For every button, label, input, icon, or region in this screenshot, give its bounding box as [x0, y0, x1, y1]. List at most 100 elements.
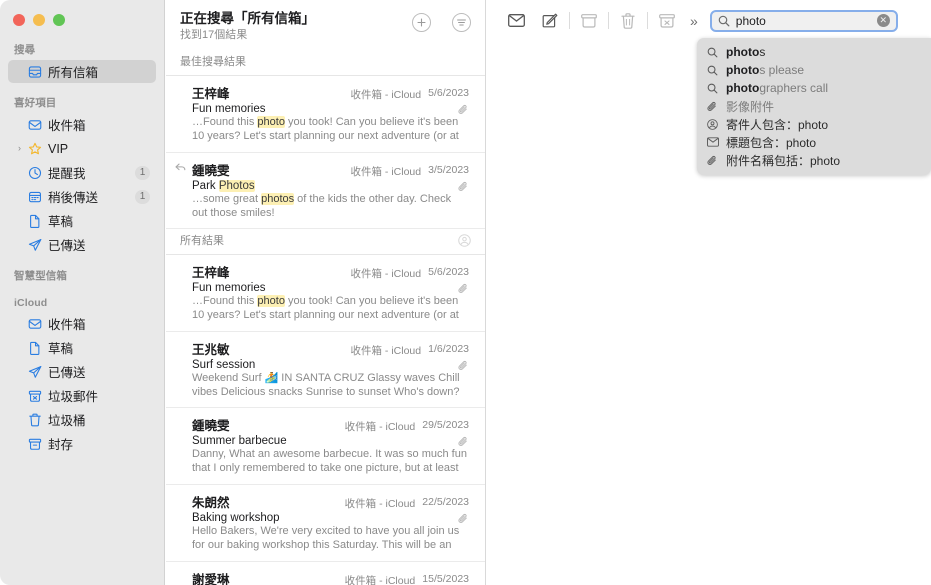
archive-button[interactable]	[572, 8, 606, 34]
suggestion-rest: 影像附件	[726, 99, 775, 114]
clear-icon[interactable]: ✕	[876, 14, 890, 27]
sidebar-item-inbox[interactable]: ›收件箱	[8, 113, 156, 136]
suggestion-item[interactable]: photos	[697, 43, 931, 61]
message-row[interactable]: 王梓峰 收件箱 - iCloud 5/6/2023 Fun memories …Foun…	[166, 255, 485, 332]
message-sender: 謝愛琳	[192, 573, 230, 585]
suggestion-label: 附件名稱包括：photo	[726, 152, 840, 169]
sidebar-section-header: 智慧型信箱	[14, 270, 67, 282]
toolbar-divider	[647, 12, 648, 29]
sidebar-item-label: 垃圾桶	[48, 414, 86, 428]
message-sender: 朱朗然	[192, 496, 230, 510]
suggestion-item[interactable]: 標題包含：photo	[697, 133, 931, 151]
message-preview-highlight: photo	[257, 116, 285, 128]
message-row[interactable]: 朱朗然 收件箱 - iCloud 22/5/2023 Baking workshop H…	[166, 485, 485, 562]
message-mailbox: 收件箱 - iCloud	[350, 89, 422, 101]
message-meta: 收件箱 - iCloud 3/5/2023	[351, 164, 469, 179]
suggestion-rest: 寄件人包含：photo	[726, 117, 829, 132]
minimize-button[interactable]	[33, 14, 45, 26]
sidebar-item-all-mailboxes[interactable]: ›所有信箱	[8, 60, 156, 83]
inbox-icon	[25, 317, 45, 331]
message-date: 1/6/2023	[428, 343, 469, 355]
message-group-title: 最佳搜尋結果	[180, 56, 246, 68]
message-row[interactable]: 謝愛琳收件箱 - iCloud15/5/20235K trainingHey D…	[166, 562, 485, 585]
sidebar-item-clock[interactable]: ›提醒我1	[8, 161, 156, 184]
sidebar-item-inbox[interactable]: ›收件箱	[8, 312, 156, 335]
sidebar-item-document[interactable]: ›草稿	[8, 336, 156, 359]
message-mailbox: 收件箱 - iCloud	[350, 166, 422, 178]
message-sender: 鍾曉雯	[192, 419, 230, 433]
message-preview-highlight: photo	[257, 295, 285, 307]
sidebar-item-label: 已傳送	[48, 366, 86, 380]
suggestion-item[interactable]: 附件名稱包括：photo	[697, 151, 931, 169]
message-preview: …Found this photo you took! Can you beli…	[192, 295, 469, 323]
sidebar-item-label: 封存	[48, 438, 74, 452]
add-button[interactable]	[412, 13, 431, 32]
sidebar-item-star[interactable]: › VIP	[8, 137, 156, 160]
message-row[interactable]: 鍾曉雯 收件箱 - iCloud 3/5/2023 Park Photos …some …	[166, 153, 485, 229]
message-row[interactable]: 王梓峰 收件箱 - iCloud 5/6/2023 Fun memories …Foun…	[166, 76, 485, 153]
sidebar-item-archive[interactable]: ›封存	[8, 432, 156, 455]
suggestion-rest: 附件名稱包括：photo	[726, 153, 841, 168]
message-row[interactable]: 王兆敏 收件箱 - iCloud 1/6/2023 Surf session Weeke…	[166, 332, 485, 408]
message-date: 3/5/2023	[428, 164, 469, 176]
message-mailbox: 收件箱 - iCloud	[344, 575, 416, 585]
mark-unread-button[interactable]	[499, 8, 533, 34]
search-field[interactable]: photo ✕	[709, 9, 898, 32]
junk-button[interactable]	[650, 8, 684, 34]
message-preview: …some great photos of the kids the other…	[192, 193, 469, 220]
sidebar-item-calendar[interactable]: ›稍後傳送1	[8, 185, 156, 208]
sidebar-item-paper-plane[interactable]: ›已傳送	[8, 233, 156, 256]
message-subject: Baking workshop	[192, 512, 452, 524]
message-subject-highlight: Photos	[218, 180, 255, 192]
unread-badge: 1	[135, 165, 150, 180]
paperclip-icon	[458, 360, 469, 371]
close-button[interactable]	[13, 14, 25, 26]
sidebar-item-label: 所有信箱	[48, 66, 99, 80]
sidebar-item-junk[interactable]: ›垃圾郵件	[8, 384, 156, 407]
sidebar-item-paper-plane[interactable]: ›已傳送	[8, 360, 156, 383]
message-preview: …Found this photo you took! Can you beli…	[192, 116, 469, 144]
message-meta: 收件箱 - iCloud 15/5/2023	[345, 573, 469, 585]
suggestion-match: photo	[726, 81, 760, 95]
inbox-icon	[25, 118, 45, 132]
message-mailbox: 收件箱 - iCloud	[344, 421, 416, 433]
message-preview: Weekend Surf 🏄 IN SANTA CRUZ Glassy wave…	[192, 372, 469, 399]
message-row[interactable]: 鍾曉雯 收件箱 - iCloud 29/5/2023 Summer barbecue D…	[166, 408, 485, 485]
search-suggestions-dropdown[interactable]: photos photos please photographers call 影像附…	[697, 38, 931, 175]
suggestion-item[interactable]: photos please	[697, 61, 931, 79]
suggestion-match: photo	[726, 45, 760, 59]
sidebar-item-trash[interactable]: ›垃圾桶	[8, 408, 156, 431]
suggestion-rest: s please	[759, 63, 805, 77]
suggestion-label: 標題包含：photo	[726, 134, 816, 151]
message-preview-pre: Hello Bakers, We're very excited to have…	[192, 525, 460, 553]
message-subject-text: Fun memories	[192, 282, 266, 294]
delete-button[interactable]	[611, 8, 645, 34]
message-date: 22/5/2023	[422, 496, 469, 508]
message-list[interactable]: 正在搜尋「所有信箱」 找到17個結果 最佳搜尋結果 王梓峰 收件箱 - iCloud…	[166, 0, 486, 585]
mail-window: 搜尋›所有信箱喜好項目›收件箱›VIP›提醒我1›稍後傳送1›草稿›已傳送智慧型…	[0, 0, 931, 585]
message-subject-text: Baking workshop	[192, 512, 280, 524]
toolbar-overflow-button[interactable]: »	[684, 13, 704, 29]
document-icon	[25, 341, 45, 355]
search-icon	[718, 15, 730, 27]
chevron-right-icon[interactable]: ›	[14, 144, 25, 153]
sidebar-list: ›收件箱›VIP›提醒我1›稍後傳送1›草稿›已傳送	[0, 113, 164, 256]
paper-plane-icon	[25, 238, 45, 252]
sidebar-item-document[interactable]: ›草稿	[8, 209, 156, 232]
filter-button[interactable]	[452, 13, 471, 32]
suggestion-item[interactable]: photographers call	[697, 79, 931, 97]
sidebar-section-header: 搜尋	[14, 44, 36, 56]
junk-icon	[25, 389, 45, 403]
message-group-title: 所有結果	[180, 235, 224, 247]
clock-icon	[25, 166, 45, 180]
message-subject: Summer barbecue	[192, 435, 452, 447]
search-input-value[interactable]: photo	[736, 14, 877, 28]
zoom-button[interactable]	[53, 14, 65, 26]
sidebar-item-label: 收件箱	[48, 119, 86, 133]
compose-button[interactable]	[533, 8, 567, 34]
message-sender: 王梓峰	[192, 266, 230, 280]
message-meta: 收件箱 - iCloud 22/5/2023	[345, 496, 469, 511]
envelope-icon	[707, 137, 724, 147]
suggestion-item[interactable]: 影像附件	[697, 97, 931, 115]
suggestion-item[interactable]: 寄件人包含：photo	[697, 115, 931, 133]
